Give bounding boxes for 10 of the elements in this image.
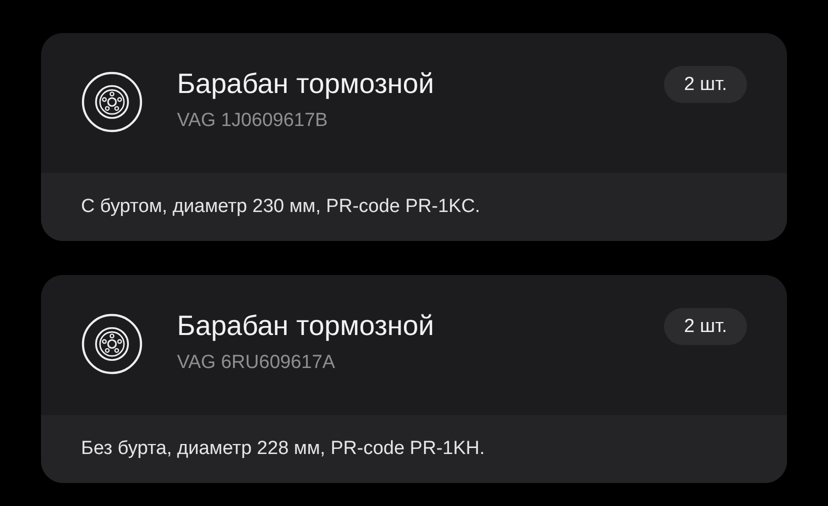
part-description: С буртом, диаметр 230 мм, PR-code PR-1KC.: [81, 196, 480, 218]
part-number: VAG 6RU609617A: [177, 351, 336, 375]
quantity-badge: 2 шт.: [664, 66, 747, 103]
wheel-icon: [81, 71, 143, 133]
part-description: Без бурта, диаметр 228 мм, PR-code PR-1KH.: [81, 438, 485, 460]
part-title: Барабан тормозной: [177, 309, 435, 343]
part-number: VAG 1J0609617B: [177, 109, 329, 133]
quantity-badge: 2 шт.: [664, 308, 747, 345]
part-title: Барабан тормозной: [177, 67, 435, 101]
wheel-icon: [81, 313, 143, 375]
